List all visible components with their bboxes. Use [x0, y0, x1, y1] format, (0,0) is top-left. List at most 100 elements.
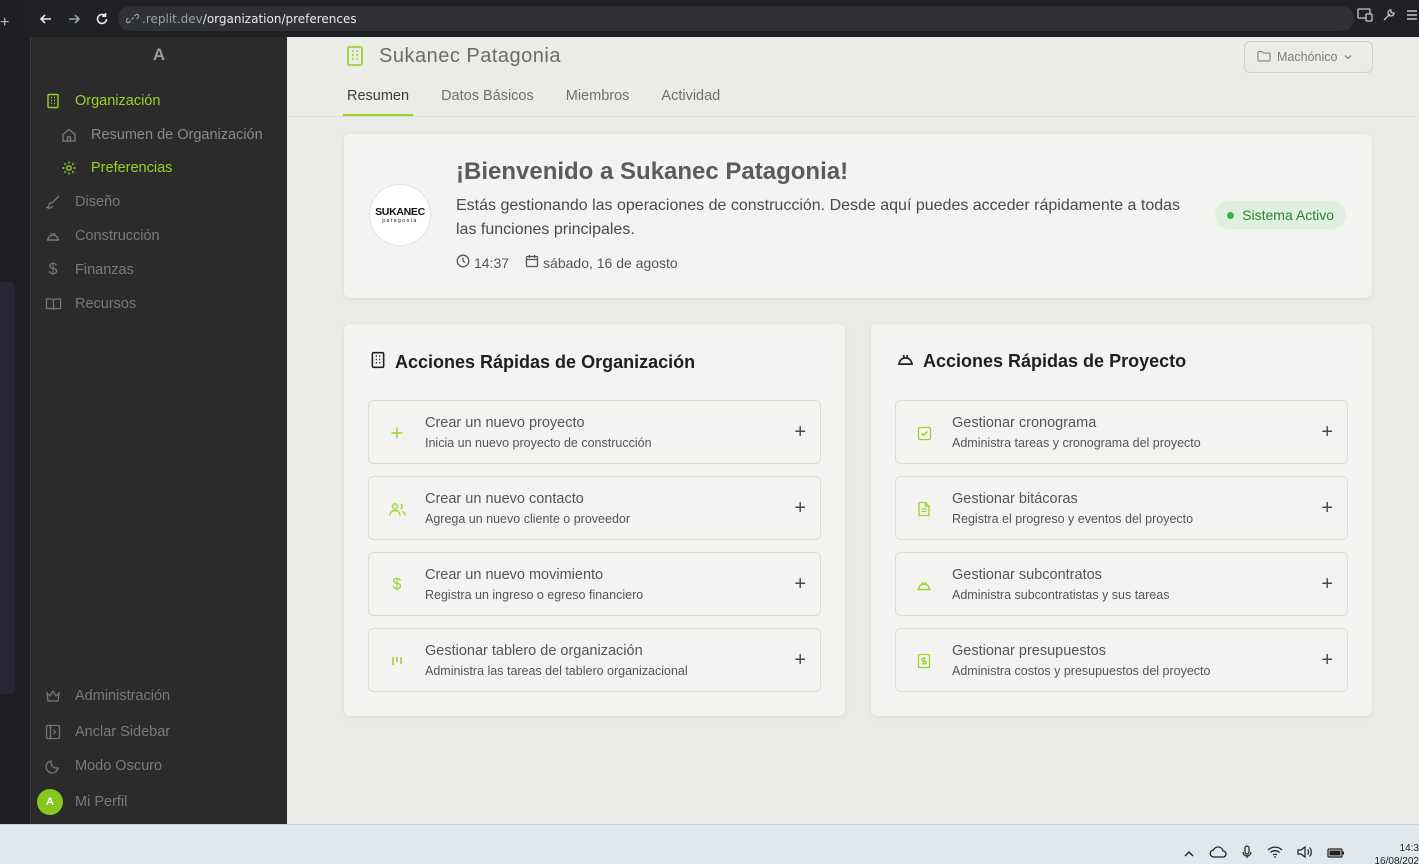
chevron-up-icon[interactable] — [1183, 846, 1195, 861]
action-title: Gestionar presupuestos — [952, 643, 1106, 659]
new-tab-plus-icon[interactable]: + — [0, 14, 9, 32]
clock-icon — [456, 254, 470, 271]
tab-datos-basicos[interactable]: Datos Básicos — [437, 81, 538, 116]
status-text: Sistema Activo — [1242, 207, 1334, 223]
document-icon — [914, 499, 934, 519]
logo-text: SUKANEC — [375, 206, 425, 218]
action-title: Crear un nuevo proyecto — [425, 415, 585, 431]
book-icon — [43, 294, 63, 314]
sidebar-item-anclar-sidebar[interactable]: Anclar Sidebar — [43, 719, 170, 745]
action-gestionar-subcontratos[interactable]: Gestionar subcontratos Administra subcon… — [895, 552, 1348, 616]
back-arrow-icon[interactable] — [32, 5, 60, 33]
gear-icon — [59, 158, 79, 178]
sidebar-item-diseno[interactable]: Diseño — [43, 189, 120, 215]
hardhat-icon — [896, 351, 915, 372]
plus-icon — [387, 423, 407, 443]
sidebar: A Organización Resumen de Organización P… — [31, 37, 287, 824]
sidebar-item-label: Resumen de Organización — [91, 127, 263, 143]
users-icon — [387, 499, 407, 519]
action-subtitle: Administra costos y presupuestos del pro… — [952, 664, 1211, 678]
action-title: Gestionar bitácoras — [952, 491, 1078, 507]
tab-resumen[interactable]: Resumen — [343, 81, 414, 116]
status-dot-icon — [1227, 211, 1235, 219]
reload-icon[interactable] — [88, 5, 116, 33]
taskbar-time: 14:3 — [1399, 843, 1419, 854]
action-crear-contacto[interactable]: Crear un nuevo contacto Agrega un nuevo … — [368, 476, 821, 540]
budget-icon — [914, 651, 934, 671]
action-gestionar-bitacoras[interactable]: Gestionar bitácoras Registra el progreso… — [895, 476, 1348, 540]
page-header: Sukanec Patagonia Machónico Resumen Dato… — [287, 37, 1419, 117]
action-crear-movimiento[interactable]: $ Crear un nuevo movimiento Registra un … — [368, 552, 821, 616]
battery-icon[interactable] — [1327, 846, 1345, 861]
sidebar-item-mi-perfil[interactable]: A Mi Perfil — [37, 789, 128, 815]
sidebar-item-modo-oscuro[interactable]: Modo Oscuro — [43, 753, 162, 779]
calendar-icon — [525, 254, 539, 271]
window-edge-strip: + — [0, 0, 31, 824]
address-bar[interactable]: .replit.dev/organization/preferences — [118, 6, 1354, 31]
wrench-icon[interactable] — [1381, 8, 1397, 25]
sidebar-item-label: Anclar Sidebar — [75, 724, 171, 740]
action-gestionar-tablero[interactable]: Gestionar tablero de organización Admini… — [368, 628, 821, 692]
org-quick-actions-card: Acciones Rápidas de Organización Crear u… — [344, 324, 845, 716]
page-title: Sukanec Patagonia — [379, 45, 561, 67]
project-select[interactable]: Machónico — [1244, 41, 1373, 73]
sidebar-item-label: Organización — [75, 93, 161, 109]
sidebar-item-resumen-organizacion[interactable]: Resumen de Organización — [59, 122, 263, 148]
sidebar-item-preferencias[interactable]: Preferencias — [59, 155, 172, 181]
add-icon[interactable]: + — [794, 649, 806, 672]
speaker-icon[interactable] — [1297, 845, 1313, 861]
action-subtitle: Registra el progreso y eventos del proye… — [952, 512, 1194, 526]
avatar: A — [37, 789, 63, 815]
sidebar-logo[interactable]: A — [31, 45, 287, 65]
url-host: .replit.dev — [142, 11, 203, 26]
sidebar-item-recursos[interactable]: Recursos — [43, 291, 136, 317]
tab-miembros[interactable]: Miembros — [562, 81, 634, 116]
add-icon[interactable]: + — [1321, 497, 1333, 520]
sidebar-item-finanzas[interactable]: $ Finanzas — [43, 257, 134, 283]
add-icon[interactable]: + — [794, 573, 806, 596]
hardhat-icon — [914, 575, 934, 595]
action-crear-proyecto[interactable]: Crear un nuevo proyecto Inicia un nuevo … — [368, 400, 821, 464]
cast-icon[interactable] — [1357, 8, 1373, 25]
dollar-icon: $ — [48, 261, 58, 278]
browser-toolbar: .replit.dev/organization/preferences — [30, 0, 1419, 37]
sidebar-item-label: Mi Perfil — [75, 794, 128, 810]
dollar-icon: $ — [392, 576, 402, 593]
cloud-icon[interactable] — [1209, 846, 1227, 861]
add-icon[interactable]: + — [794, 421, 806, 444]
tab-actividad[interactable]: Actividad — [657, 81, 724, 116]
forward-arrow-icon[interactable] — [60, 5, 88, 33]
add-icon[interactable]: + — [794, 497, 806, 520]
sidebar-item-label: Diseño — [75, 194, 121, 210]
side-panel-edge — [0, 282, 15, 694]
add-icon[interactable]: + — [1321, 649, 1333, 672]
tab-bar: Resumen Datos Básicos Miembros Actividad — [343, 81, 748, 116]
sidebar-item-label: Administración — [75, 688, 171, 704]
url-path: /organization/preferences — [202, 11, 357, 26]
sidebar-icon — [43, 722, 63, 742]
sidebar-item-label: Modo Oscuro — [75, 758, 163, 774]
microphone-icon[interactable] — [1241, 845, 1253, 862]
wifi-icon[interactable] — [1267, 846, 1283, 861]
add-icon[interactable]: + — [1321, 573, 1333, 596]
sidebar-item-administracion[interactable]: Administración — [43, 683, 170, 709]
sidebar-item-label: Preferencias — [91, 160, 173, 176]
action-title: Crear un nuevo contacto — [425, 491, 584, 507]
action-gestionar-presupuestos[interactable]: Gestionar presupuestos Administra costos… — [895, 628, 1348, 692]
action-title: Gestionar cronograma — [952, 415, 1097, 431]
add-icon[interactable]: + — [1321, 421, 1333, 444]
section-title: Acciones Rápidas de Organización — [369, 351, 695, 374]
current-date: sábado, 16 de agosto — [543, 254, 678, 271]
kanban-icon — [387, 651, 407, 671]
folder-icon — [1257, 50, 1271, 65]
current-time: 14:37 — [474, 254, 510, 271]
hardhat-icon — [43, 226, 63, 246]
action-gestionar-cronograma[interactable]: Gestionar cronograma Administra tareas y… — [895, 400, 1348, 464]
sidebar-item-organizacion[interactable]: Organización — [43, 88, 160, 114]
taskbar-clock[interactable]: 14:3 16/08/202 — [1362, 842, 1419, 864]
sidebar-item-construccion[interactable]: Construcción — [43, 223, 160, 249]
logo-subtext: patagonia — [382, 218, 418, 224]
action-title: Gestionar subcontratos — [952, 567, 1102, 583]
menu-icon[interactable] — [1405, 8, 1419, 25]
os-taskbar: 14:3 16/08/202 — [0, 824, 1419, 864]
